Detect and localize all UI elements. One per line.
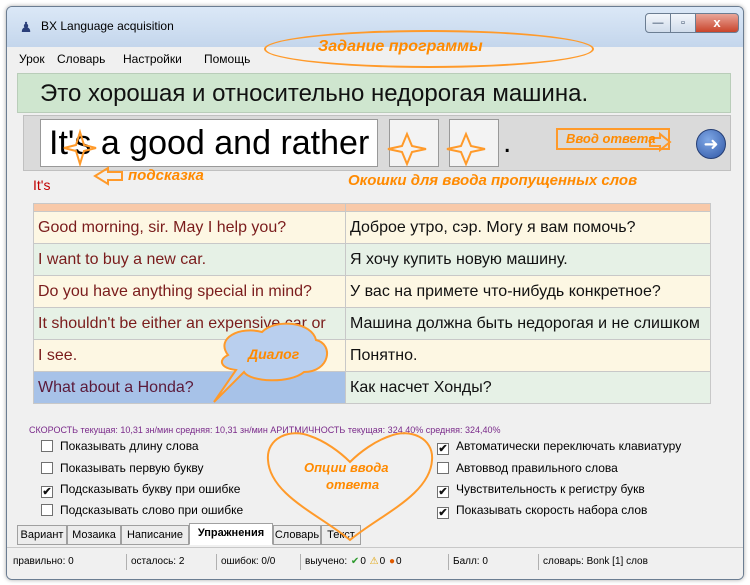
option-autoinput-correct-word[interactable]: Автоввод правильного слова bbox=[437, 461, 618, 475]
window-title: BX Language acquisition bbox=[41, 19, 174, 33]
task-sentence: Это хорошая и относительно недорогая маш… bbox=[17, 73, 731, 113]
dialog-ru-cell[interactable]: Как насчет Хонды? bbox=[345, 371, 711, 404]
submit-answer-button[interactable]: ➜ bbox=[696, 129, 726, 159]
option-case-sensitive[interactable]: ✔ Чувствительность к регистру букв bbox=[437, 482, 645, 498]
checkbox[interactable] bbox=[41, 504, 53, 516]
app-window: ♟ BX Language acquisition — ▫ x Урок Сло… bbox=[6, 6, 744, 580]
dialog-table: Good morning, sir. May I help you? Доброе… bbox=[33, 203, 711, 404]
menu-lesson[interactable]: Урок bbox=[19, 52, 45, 66]
annotation-dialog: Диалог bbox=[248, 346, 300, 362]
sentence-end-punct: . bbox=[503, 126, 512, 159]
maximize-button[interactable]: ▫ bbox=[670, 13, 696, 33]
checkbox[interactable]: ✔ bbox=[41, 486, 53, 498]
blank-word-input-2[interactable] bbox=[449, 119, 499, 167]
annotation-answer-input: Ввод ответа bbox=[566, 131, 656, 146]
fire-icon: ● bbox=[388, 556, 396, 567]
option-show-first-letter[interactable]: Показывать первую букву bbox=[41, 461, 203, 475]
table-row[interactable]: I see. Понятно. bbox=[33, 339, 711, 372]
close-button[interactable]: x bbox=[695, 13, 739, 33]
status-correct: правильно: 0 bbox=[9, 554, 127, 570]
menu-settings[interactable]: Настройки bbox=[123, 52, 182, 66]
blank-word-input-1[interactable] bbox=[389, 119, 439, 167]
dialog-en-cell[interactable]: I want to buy a new car. bbox=[33, 243, 346, 276]
tab-dictionary[interactable]: Словарь bbox=[273, 525, 321, 545]
dialog-en-cell[interactable]: Good morning, sir. May I help you? bbox=[33, 211, 346, 244]
annotation-task: Задание программы bbox=[318, 38, 483, 55]
dialog-ru-cell[interactable]: Я хочу купить новую машину. bbox=[345, 243, 711, 276]
dialog-ru-cell[interactable]: Доброе утро, сэр. Могу я вам помочь? bbox=[345, 211, 711, 244]
dialog-ru-cell[interactable]: У вас на примете что-нибудь конкретное? bbox=[345, 275, 711, 308]
tab-variant[interactable]: Вариант bbox=[17, 525, 67, 545]
table-row-selected[interactable]: What about a Honda? Как насчет Хонды? bbox=[33, 371, 711, 404]
table-row[interactable]: It shouldn't be either an expensive car … bbox=[33, 307, 711, 340]
dialog-en-cell[interactable]: Do you have anything special in mind? bbox=[33, 275, 346, 308]
learned-count-a: 0 bbox=[360, 556, 366, 567]
option-show-word-length[interactable]: Показывать длину слова bbox=[41, 439, 199, 453]
learned-count-c: 0 bbox=[396, 556, 402, 567]
annotation-hint: подсказка bbox=[128, 167, 204, 184]
status-remaining: осталось: 2 bbox=[127, 554, 217, 570]
speed-stats: СКОРОСТЬ текущая: 10,31 зн/мин средняя: … bbox=[29, 425, 501, 435]
annotation-options-line1: Опции ввода bbox=[304, 460, 389, 475]
checkbox[interactable] bbox=[41, 462, 53, 474]
tab-mosaic[interactable]: Мозаика bbox=[67, 525, 121, 545]
check-icon: ✔ bbox=[350, 556, 360, 567]
minimize-button[interactable]: — bbox=[645, 13, 671, 33]
tab-text[interactable]: Текст bbox=[321, 525, 361, 545]
status-errors: ошибок: 0/0 bbox=[217, 554, 301, 570]
checkbox[interactable]: ✔ bbox=[437, 507, 449, 519]
checkbox[interactable] bbox=[437, 462, 449, 474]
app-icon: ♟ bbox=[19, 19, 33, 35]
option-auto-switch-keyboard[interactable]: ✔ Автоматически переключать клавиатуру bbox=[437, 439, 681, 455]
checkbox[interactable] bbox=[41, 440, 53, 452]
dialog-en-cell[interactable]: It shouldn't be either an expensive car … bbox=[33, 307, 346, 340]
status-score: Балл: 0 bbox=[449, 554, 539, 570]
dialog-ru-cell[interactable]: Машина должна быть недорогая и не слишко… bbox=[345, 307, 711, 340]
option-hint-letter-on-error[interactable]: ✔ Подсказывать букву при ошибке bbox=[41, 482, 240, 498]
hint-text: It's bbox=[33, 177, 51, 193]
tab-exercises[interactable]: Упражнения bbox=[189, 523, 273, 545]
annotation-options-line2: ответа bbox=[326, 477, 380, 492]
checkbox[interactable]: ✔ bbox=[437, 486, 449, 498]
table-row[interactable]: Do you have anything special in mind? У в… bbox=[33, 275, 711, 308]
dialog-ru-cell[interactable]: Понятно. bbox=[345, 339, 711, 372]
tab-spelling[interactable]: Написание bbox=[121, 525, 189, 545]
status-dictionary: словарь: Bonk [1] слов bbox=[543, 556, 648, 567]
status-bar: правильно: 0 осталось: 2 ошибок: 0/0 выу… bbox=[7, 547, 743, 579]
warning-icon: ⚠ bbox=[369, 556, 379, 567]
submit-arrow-icon: ➜ bbox=[703, 134, 719, 154]
annotation-blanks: Окошки для ввода пропущенных слов bbox=[348, 172, 638, 189]
learned-count-b: 0 bbox=[379, 556, 386, 567]
table-row[interactable]: I want to buy a new car. Я хочу купить но… bbox=[33, 243, 711, 276]
menu-dictionary[interactable]: Словарь bbox=[57, 52, 105, 66]
dialog-en-cell[interactable]: What about a Honda? bbox=[33, 371, 346, 404]
status-learned-label: выучено: bbox=[305, 556, 348, 567]
option-show-typing-speed[interactable]: ✔ Показывать скорость набора слов bbox=[437, 503, 647, 519]
answer-input[interactable]: It's a good and rather bbox=[40, 119, 379, 167]
checkbox[interactable]: ✔ bbox=[437, 443, 449, 455]
status-learned: выучено: ✔0 ⚠0 ●0 bbox=[301, 554, 449, 570]
menu-help[interactable]: Помощь bbox=[204, 52, 250, 66]
table-row[interactable]: Good morning, sir. May I help you? Доброе… bbox=[33, 211, 711, 244]
table-header-row bbox=[33, 203, 711, 212]
option-hint-word-on-error[interactable]: Подсказывать слово при ошибке bbox=[41, 503, 243, 517]
